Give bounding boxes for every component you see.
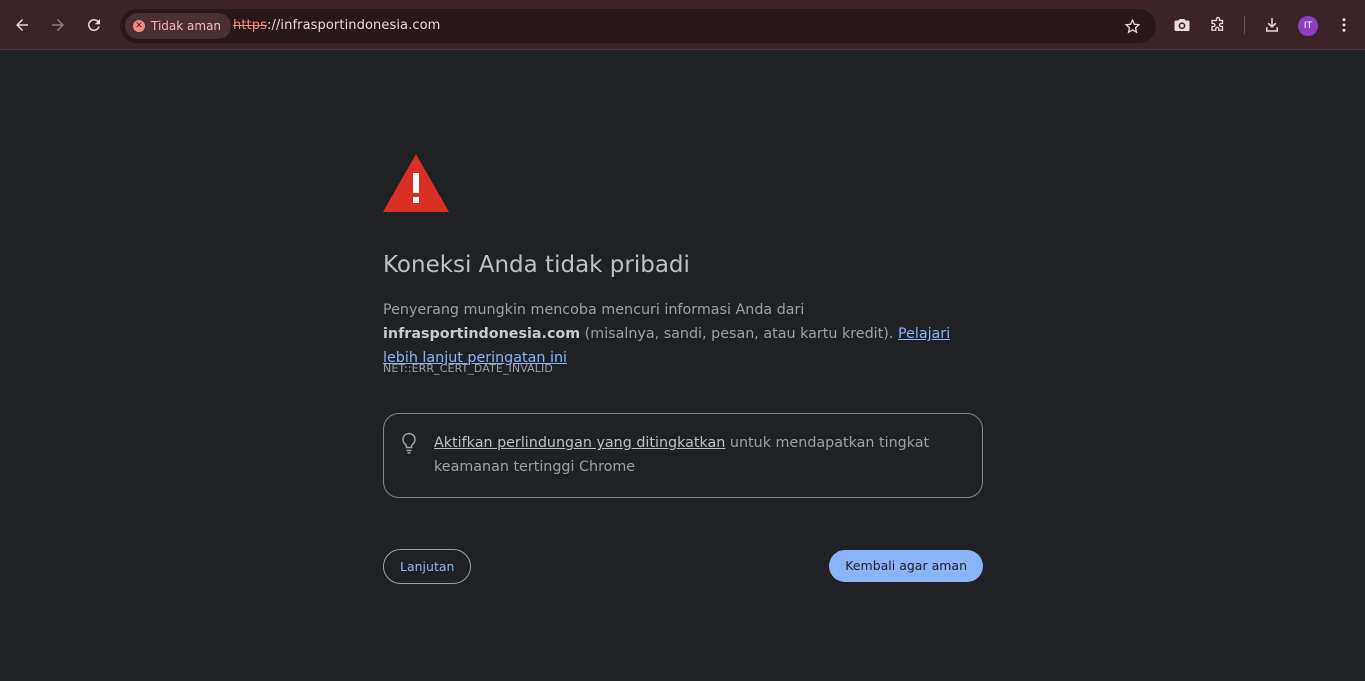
bookmark-star-button[interactable] bbox=[1122, 16, 1142, 36]
lightbulb-icon bbox=[402, 432, 416, 454]
back-arrow-icon bbox=[16, 19, 28, 31]
warning-triangle-icon bbox=[383, 154, 449, 212]
enhanced-protection-promo: Aktifkan perlindungan yang ditingkatkan … bbox=[383, 413, 983, 498]
download-icon bbox=[1266, 18, 1278, 32]
camera-icon bbox=[1174, 19, 1190, 31]
error-code: NET::ERR_CERT_DATE_INVALID bbox=[383, 362, 553, 375]
reload-icon bbox=[87, 18, 100, 31]
extensions-button[interactable] bbox=[1203, 9, 1233, 41]
back-to-safety-button[interactable]: Kembali agar aman bbox=[829, 550, 983, 582]
enable-enhanced-protection-link[interactable]: Aktifkan perlindungan yang ditingkatkan bbox=[434, 435, 725, 451]
screenshot-button[interactable] bbox=[1167, 9, 1197, 41]
promo-message: Aktifkan perlindungan yang ditingkatkan … bbox=[434, 431, 974, 479]
url-text[interactable]: https://infrasportindonesia.com bbox=[233, 18, 440, 33]
url-scheme: https bbox=[233, 18, 267, 33]
security-chip-label: Tidak aman bbox=[151, 19, 222, 33]
more-vert-icon bbox=[1342, 18, 1346, 32]
menu-button[interactable] bbox=[1329, 9, 1359, 41]
forward-button[interactable] bbox=[43, 9, 73, 41]
message-domain: infrasportindonesia.com bbox=[383, 326, 581, 342]
message-suffix: (misalnya, sandi, pesan, atau kartu kred… bbox=[580, 326, 898, 342]
toolbar-divider bbox=[1244, 16, 1245, 34]
main-message: Penyerang mungkin mencoba mencuri inform… bbox=[383, 298, 983, 370]
page-title: Koneksi Anda tidak pribadi bbox=[383, 252, 690, 278]
back-button[interactable] bbox=[7, 9, 37, 41]
browser-toolbar: ✕ Tidak aman https://infrasportindonesia… bbox=[0, 0, 1365, 50]
extensions-icon bbox=[1211, 16, 1224, 31]
advanced-button[interactable]: Lanjutan bbox=[383, 549, 472, 584]
downloads-button[interactable] bbox=[1257, 9, 1287, 41]
url-host: ://infrasportindonesia.com bbox=[266, 18, 441, 33]
star-icon bbox=[1124, 18, 1140, 33]
address-bar[interactable]: ✕ Tidak aman https://infrasportindonesia… bbox=[120, 9, 1156, 43]
message-prefix: Penyerang mungkin mencoba mencuri inform… bbox=[383, 302, 805, 318]
reload-button[interactable] bbox=[79, 9, 109, 41]
not-secure-icon: ✕ bbox=[133, 20, 145, 32]
profile-avatar[interactable]: IT bbox=[1298, 16, 1318, 36]
forward-arrow-icon bbox=[52, 19, 64, 31]
security-chip[interactable]: ✕ Tidak aman bbox=[125, 13, 232, 39]
